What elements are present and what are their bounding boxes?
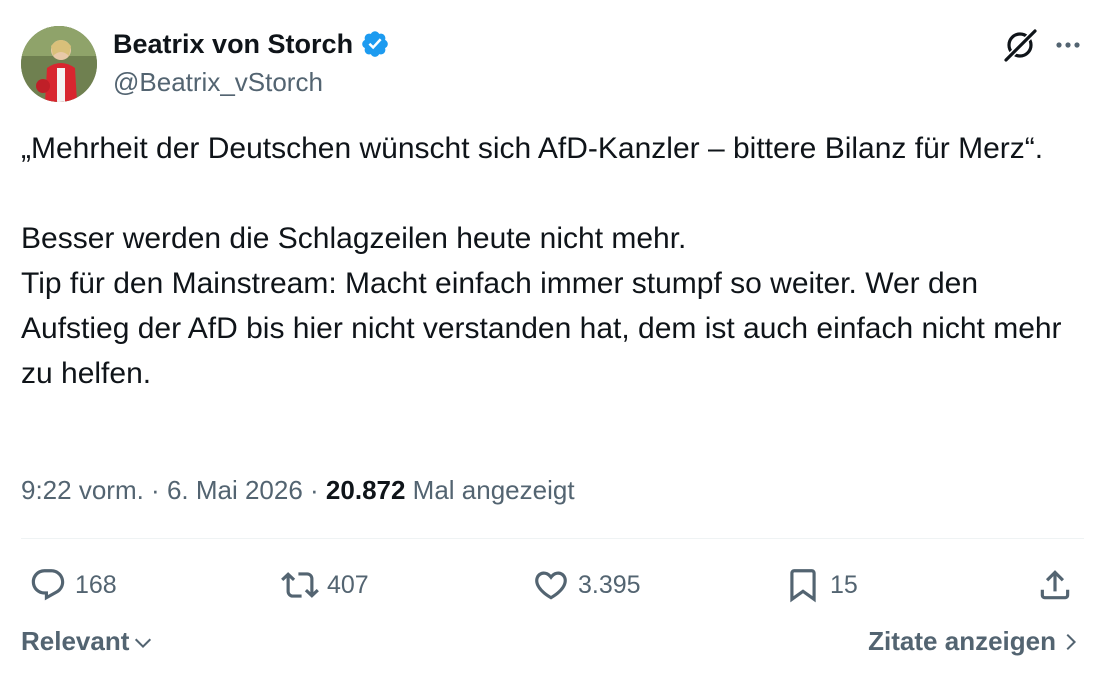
avatar[interactable] (21, 26, 97, 102)
tweet-text-line: „Mehrheit der Deutschen wünscht sich AfD… (21, 132, 1044, 165)
author-handle[interactable]: @Beatrix_vStorch (113, 66, 323, 98)
reply-count: 168 (75, 570, 117, 599)
repost-button[interactable]: 407 (281, 565, 369, 605)
meta-separator: · (302, 475, 326, 505)
bookmark-button[interactable]: 15 (784, 565, 858, 605)
author-name[interactable]: Beatrix von Storch (113, 28, 353, 60)
reply-button[interactable]: 168 (29, 565, 117, 605)
tweet-top-actions (1002, 27, 1082, 63)
like-button[interactable]: 3.395 (532, 565, 641, 605)
sort-label: Relevant (21, 626, 130, 656)
repost-icon (281, 572, 319, 598)
tweet-time[interactable]: 9:22 vorm. (21, 475, 144, 505)
heart-icon (535, 571, 567, 600)
view-count: 20.872 (325, 475, 406, 505)
grok-icon[interactable] (1002, 27, 1038, 63)
tweet-date[interactable]: 6. Mai 2026 (167, 475, 303, 505)
tweet-text: „Mehrheit der Deutschen wünscht sich AfD… (21, 126, 1091, 396)
verified-badge-icon[interactable] (360, 29, 390, 59)
view-quotes-link[interactable]: Zitate anzeigen (868, 626, 1081, 657)
share-icon (1040, 570, 1070, 600)
divider (21, 538, 1084, 539)
view-count-label: Mal angezeigt (405, 475, 575, 505)
sort-replies-dropdown[interactable]: Relevant (21, 626, 154, 657)
tweet-text-line: Tip für den Mainstream: Macht einfach im… (21, 267, 1070, 390)
chevron-right-icon (1066, 633, 1077, 650)
quotes-label: Zitate anzeigen (868, 626, 1056, 656)
share-button[interactable] (1036, 565, 1082, 605)
bookmark-icon (790, 569, 816, 603)
meta-separator: · (143, 475, 167, 505)
author-name-row[interactable]: Beatrix von Storch (113, 28, 390, 60)
chevron-down-icon (135, 638, 152, 648)
bookmark-count: 15 (830, 570, 858, 599)
like-count: 3.395 (578, 570, 641, 599)
repost-count: 407 (327, 570, 369, 599)
tweet-meta: 9:22 vorm. · 6. Mai 2026 · 20.872 Mal an… (21, 473, 575, 507)
avatar-image (21, 26, 97, 102)
reply-icon (31, 569, 65, 601)
tweet-text-line: Besser werden die Schlagzeilen heute nic… (21, 222, 687, 255)
more-options-icon[interactable] (1054, 31, 1082, 59)
